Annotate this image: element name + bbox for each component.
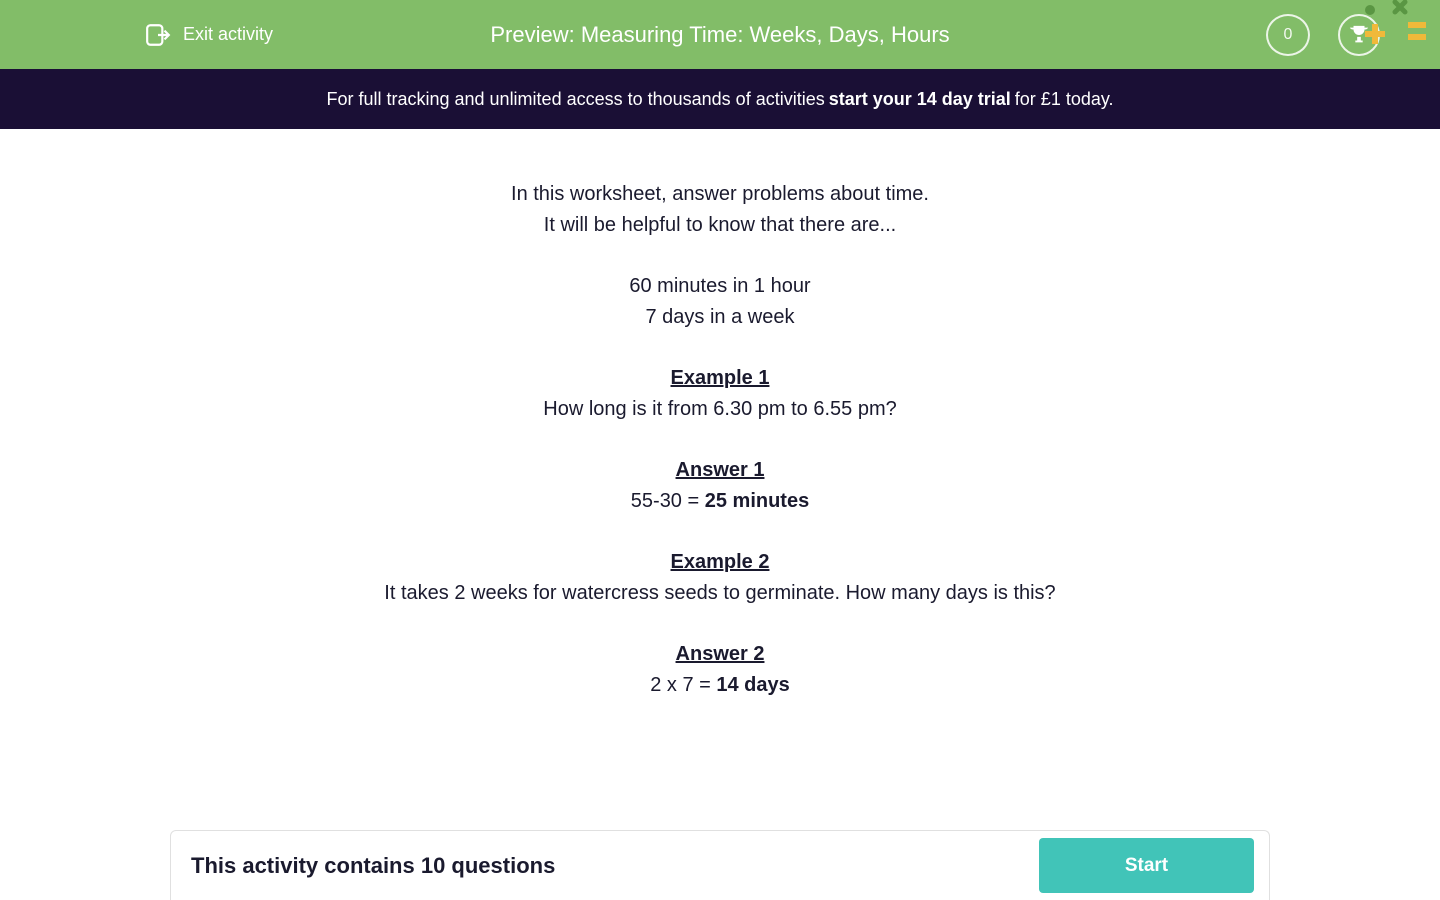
intro-line-1: In this worksheet, answer problems about…	[40, 179, 1400, 210]
app-header: Exit activity Preview: Measuring Time: W…	[0, 0, 1440, 69]
score-value: 0	[1284, 26, 1293, 44]
banner-bold: start your 14 day trial	[829, 89, 1011, 110]
footer-card: This activity contains 10 questions Star…	[170, 830, 1270, 900]
example-1-heading: Example 1	[40, 363, 1400, 394]
intro-line-2: It will be helpful to know that there ar…	[40, 210, 1400, 241]
corner-decoration	[1360, 0, 1440, 60]
trial-banner[interactable]: For full tracking and unlimited access t…	[0, 69, 1440, 129]
banner-post: for £1 today.	[1015, 89, 1114, 110]
example-2-text: It takes 2 weeks for watercress seeds to…	[40, 578, 1400, 609]
fact-2: 7 days in a week	[40, 302, 1400, 333]
answer-1-line: 55-30 = 25 minutes	[40, 486, 1400, 517]
answer-2-heading: Answer 2	[40, 639, 1400, 670]
answer-2-pre: 2 x 7 =	[650, 674, 716, 696]
exit-activity-button[interactable]: Exit activity	[145, 22, 273, 48]
answer-1-pre: 55-30 =	[631, 490, 705, 512]
page-title: Preview: Measuring Time: Weeks, Days, Ho…	[490, 22, 949, 48]
example-1-text: How long is it from 6.30 pm to 6.55 pm?	[40, 394, 1400, 425]
banner-pre: For full tracking and unlimited access t…	[326, 89, 824, 110]
worksheet-content: In this worksheet, answer problems about…	[0, 129, 1440, 701]
answer-1-heading: Answer 1	[40, 455, 1400, 486]
question-count-label: This activity contains 10 questions	[191, 853, 555, 879]
example-2-heading: Example 2	[40, 547, 1400, 578]
score-badge[interactable]: 0	[1266, 14, 1310, 56]
answer-2-bold: 14 days	[716, 674, 789, 696]
fact-1: 60 minutes in 1 hour	[40, 271, 1400, 302]
answer-2-line: 2 x 7 = 14 days	[40, 670, 1400, 701]
exit-label: Exit activity	[183, 24, 273, 45]
answer-1-bold: 25 minutes	[705, 490, 809, 512]
start-button[interactable]: Start	[1039, 838, 1254, 893]
exit-icon	[145, 22, 171, 48]
